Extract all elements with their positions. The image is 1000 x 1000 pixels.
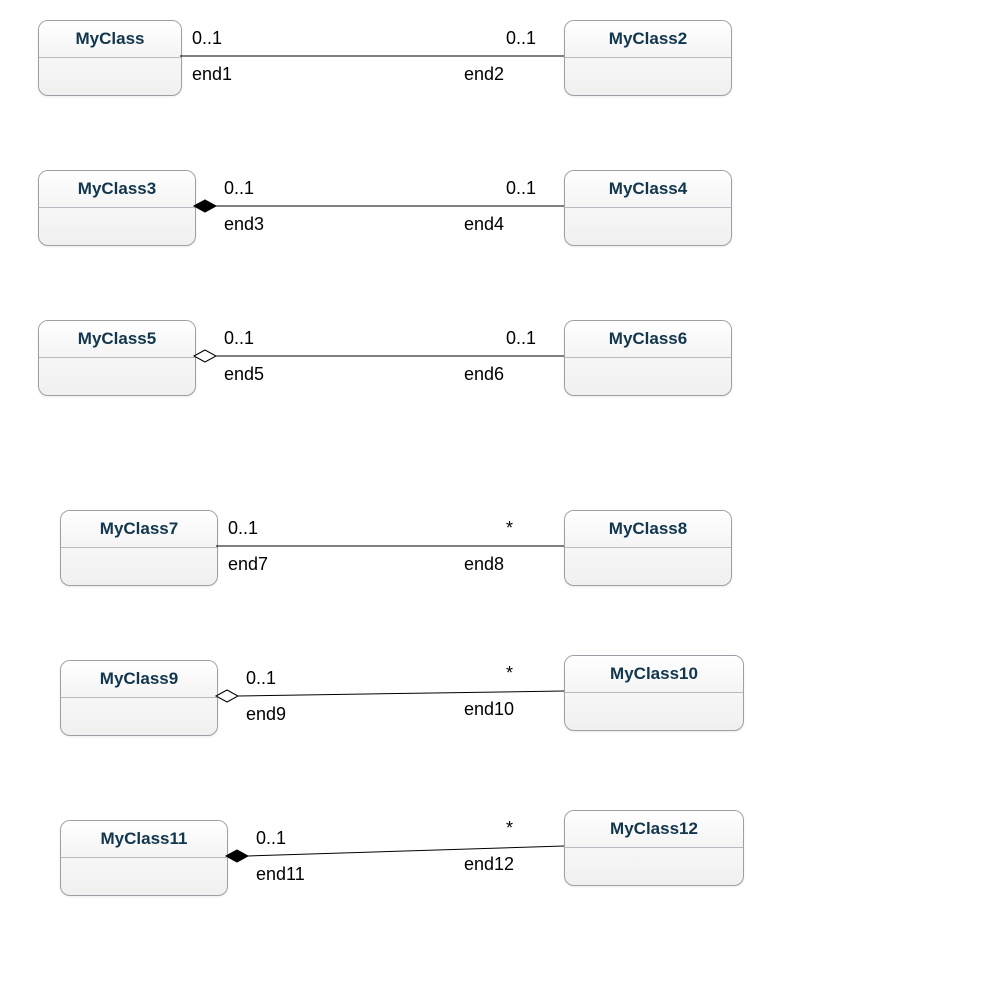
class-body	[39, 358, 195, 392]
class-box-myclass9[interactable]: MyClass9	[60, 660, 218, 736]
multiplicity-label: 0..1	[246, 668, 276, 689]
class-box-myclass7[interactable]: MyClass7	[60, 510, 218, 586]
class-body	[39, 58, 181, 92]
class-box-myclass10[interactable]: MyClass10	[564, 655, 744, 731]
class-title: MyClass9	[61, 661, 217, 698]
class-body	[565, 208, 731, 242]
class-box-myclass3[interactable]: MyClass3	[38, 170, 196, 246]
class-body	[565, 693, 743, 727]
class-box-myclass12[interactable]: MyClass12	[564, 810, 744, 886]
class-title: MyClass10	[565, 656, 743, 693]
composition-diamond-icon	[194, 200, 216, 212]
multiplicity-label: 0..1	[506, 328, 536, 349]
aggregation-diamond-icon	[194, 350, 216, 362]
aggregation-diamond-icon	[216, 690, 238, 702]
multiplicity-label: 0..1	[228, 518, 258, 539]
role-label: end9	[246, 704, 286, 725]
class-body	[61, 698, 217, 732]
multiplicity-label: *	[506, 518, 513, 539]
class-body	[39, 208, 195, 242]
role-label: end5	[224, 364, 264, 385]
class-box-myclass6[interactable]: MyClass6	[564, 320, 732, 396]
role-label: end4	[464, 214, 504, 235]
class-title: MyClass3	[39, 171, 195, 208]
class-box-myclass2[interactable]: MyClass2	[564, 20, 732, 96]
multiplicity-label: 0..1	[506, 28, 536, 49]
class-body	[565, 548, 731, 582]
class-box-myclass8[interactable]: MyClass8	[564, 510, 732, 586]
class-title: MyClass2	[565, 21, 731, 58]
role-label: end12	[464, 854, 514, 875]
multiplicity-label: *	[506, 818, 513, 839]
class-box-myclass11[interactable]: MyClass11	[60, 820, 228, 896]
class-body	[565, 358, 731, 392]
class-title: MyClass8	[565, 511, 731, 548]
class-title: MyClass	[39, 21, 181, 58]
composition-diamond-icon	[226, 850, 248, 862]
class-body	[565, 58, 731, 92]
class-box-myclass[interactable]: MyClass	[38, 20, 182, 96]
class-title: MyClass12	[565, 811, 743, 848]
association-segment	[238, 691, 564, 696]
multiplicity-label: *	[506, 663, 513, 684]
class-title: MyClass6	[565, 321, 731, 358]
class-body	[61, 858, 227, 892]
class-title: MyClass4	[565, 171, 731, 208]
class-body	[565, 848, 743, 882]
role-label: end6	[464, 364, 504, 385]
role-label: end1	[192, 64, 232, 85]
class-title: MyClass11	[61, 821, 227, 858]
class-box-myclass5[interactable]: MyClass5	[38, 320, 196, 396]
class-title: MyClass7	[61, 511, 217, 548]
class-box-myclass4[interactable]: MyClass4	[564, 170, 732, 246]
association-segment	[248, 846, 564, 856]
multiplicity-label: 0..1	[506, 178, 536, 199]
class-body	[61, 548, 217, 582]
multiplicity-label: 0..1	[192, 28, 222, 49]
role-label: end2	[464, 64, 504, 85]
class-title: MyClass5	[39, 321, 195, 358]
role-label: end11	[256, 864, 305, 885]
multiplicity-label: 0..1	[224, 178, 254, 199]
role-label: end8	[464, 554, 504, 575]
role-label: end10	[464, 699, 514, 720]
role-label: end3	[224, 214, 264, 235]
multiplicity-label: 0..1	[224, 328, 254, 349]
multiplicity-label: 0..1	[256, 828, 286, 849]
role-label: end7	[228, 554, 268, 575]
